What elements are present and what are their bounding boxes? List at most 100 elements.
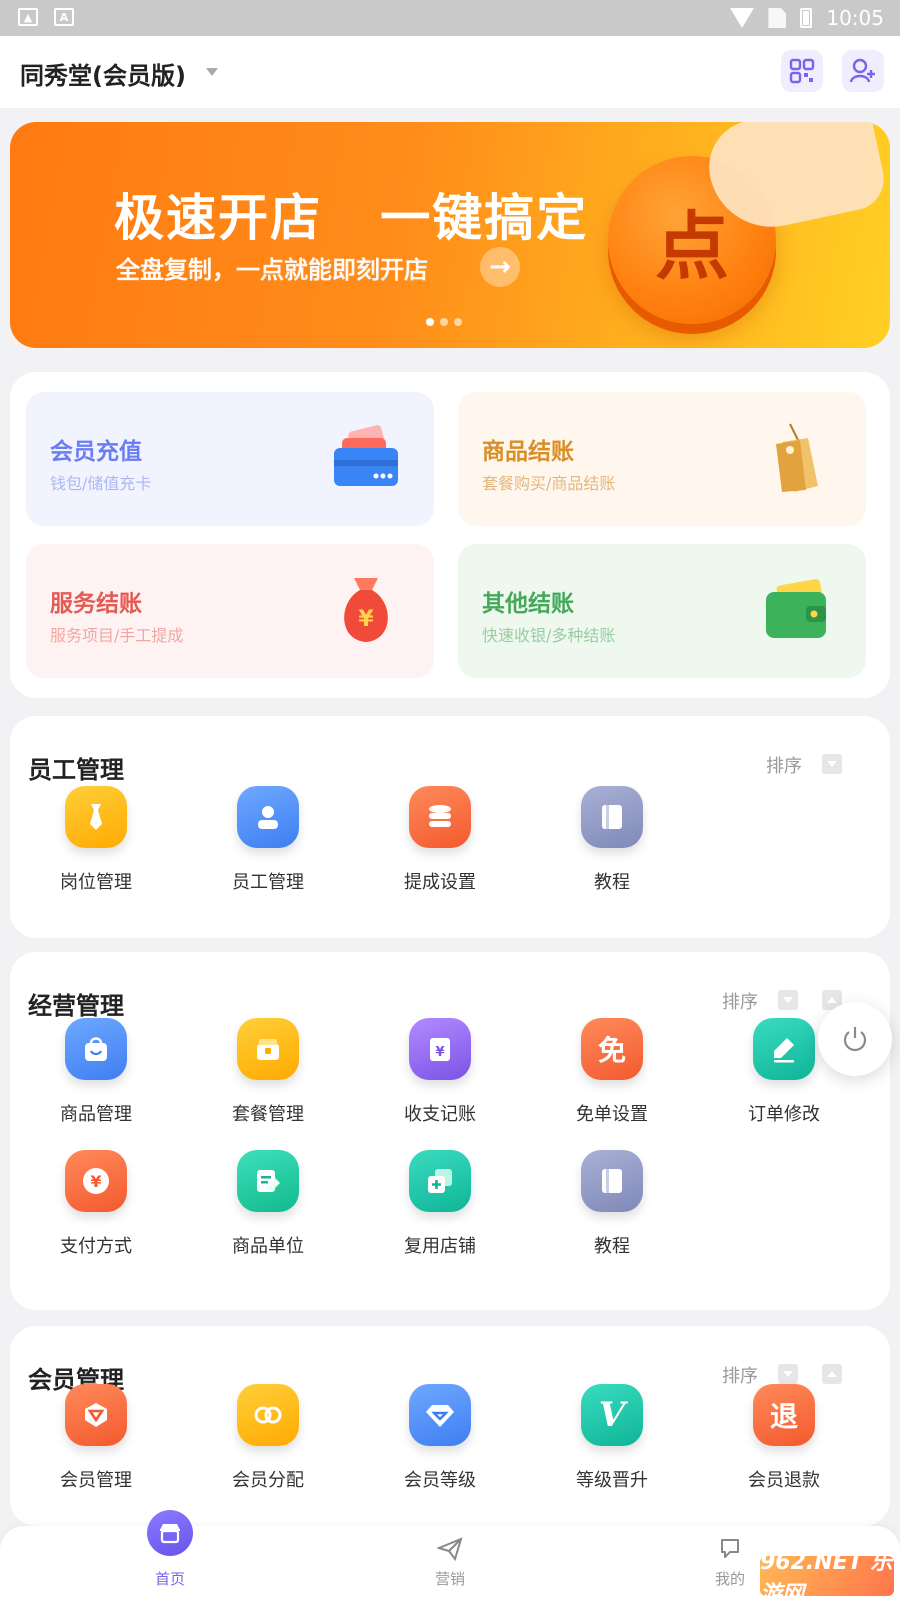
coins-stack-icon: [409, 786, 471, 848]
carousel-dot[interactable]: [454, 318, 462, 326]
grid-item-commission-settings[interactable]: 提成设置: [370, 786, 510, 894]
grid-item-member-refund[interactable]: 退 会员退款: [714, 1384, 854, 1492]
sort-button[interactable]: 排序: [766, 752, 802, 778]
grid-item-label: 会员管理: [60, 1470, 132, 1491]
collapse-down-icon[interactable]: [778, 990, 798, 1010]
member-badge-icon: [65, 1384, 127, 1446]
grid-item-package-management[interactable]: 套餐管理: [198, 1018, 338, 1126]
book-icon: [581, 786, 643, 848]
product-checkout-button[interactable]: 商品结账 套餐购买/商品结账: [458, 392, 866, 526]
collapse-up-icon[interactable]: [822, 1364, 842, 1384]
collapse-down-icon[interactable]: [778, 1364, 798, 1384]
svg-text:¥: ¥: [358, 607, 374, 632]
grid-item-income-expense[interactable]: ¥ 收支记账: [370, 1018, 510, 1126]
status-bar: ▲ A 10:05: [0, 0, 900, 36]
qa-title: 商品结账: [482, 439, 574, 465]
power-float-button[interactable]: [818, 1002, 892, 1076]
grid-item-label: 等级晋升: [576, 1470, 648, 1491]
svg-text:¥: ¥: [90, 1172, 101, 1191]
grid-item-tutorial[interactable]: 教程: [542, 1150, 682, 1258]
note-edit-icon: [237, 1150, 299, 1212]
yuan-coin-icon: ¥: [65, 1150, 127, 1212]
grid-item-post-management[interactable]: 岗位管理: [26, 786, 166, 894]
money-bag-icon: ¥: [344, 578, 388, 642]
add-user-icon: [849, 58, 875, 83]
status-time: 10:05: [826, 6, 884, 30]
store-dropdown-icon[interactable]: [206, 68, 218, 76]
no-sim-icon: [768, 8, 787, 28]
collapse-down-icon[interactable]: [822, 754, 842, 774]
shopping-bag-icon: [65, 1018, 127, 1080]
grid-item-label: 套餐管理: [232, 1104, 304, 1125]
grid-item-tutorial[interactable]: 教程: [542, 786, 682, 894]
grid-item-label: 会员分配: [232, 1470, 304, 1491]
font-notification-icon: A: [54, 8, 74, 26]
price-tag-icon: [776, 423, 818, 492]
grid-item-payment-method[interactable]: ¥ 支付方式: [26, 1150, 166, 1258]
carousel-dot[interactable]: [426, 318, 434, 326]
grid-item-label: 会员等级: [404, 1470, 476, 1491]
grid-item-reuse-store[interactable]: 复用店铺: [370, 1150, 510, 1258]
grid-item-label: 商品管理: [60, 1104, 132, 1125]
book-icon: [581, 1150, 643, 1212]
link-rings-icon: [237, 1384, 299, 1446]
grid-item-label: 复用店铺: [404, 1236, 476, 1257]
banner-subtitle: 全盘复制，一点就能即刻开店: [116, 256, 428, 284]
grid-item-member-allocation[interactable]: 会员分配: [198, 1384, 338, 1492]
promo-banner[interactable]: 极速开店 一键搞定 全盘复制，一点就能即刻开店 → 点: [10, 122, 890, 348]
site-watermark: 962.NET 乐游网: [760, 1550, 894, 1600]
user-speech-icon: [721, 1539, 739, 1558]
home-store-icon: [147, 1510, 193, 1556]
other-checkout-button[interactable]: 其他结账 快速收银/多种结账: [458, 544, 866, 678]
refund-icon: 退: [753, 1384, 815, 1446]
grid-item-product-unit[interactable]: 商品单位: [198, 1150, 338, 1258]
person-icon: [237, 786, 299, 848]
refund-glyph: 退: [769, 1400, 798, 1433]
grid-item-label: 支付方式: [60, 1236, 132, 1257]
grid-item-level-upgrade[interactable]: V 等级晋升: [542, 1384, 682, 1492]
store-name[interactable]: 同秀堂(会员版): [20, 56, 186, 91]
diamond-icon: [409, 1384, 471, 1446]
top-header: 同秀堂(会员版): [0, 36, 900, 108]
staff-management-section: 员工管理 排序 岗位管理 员工管理 提成设置 教程: [10, 716, 890, 938]
green-wallet-icon: [766, 579, 826, 638]
vip-v-glyph: V: [598, 1395, 626, 1435]
sort-button[interactable]: 排序: [722, 988, 758, 1014]
battery-icon: [800, 8, 813, 28]
copy-plus-icon: [409, 1150, 471, 1212]
grid-item-staff-management[interactable]: 员工管理: [198, 786, 338, 894]
svg-text:¥: ¥: [435, 1045, 444, 1060]
tie-icon: [65, 786, 127, 848]
service-checkout-button[interactable]: 服务结账 服务项目/手工提成 ¥: [26, 544, 434, 678]
section-title: 经营管理: [28, 992, 124, 1020]
carousel-dot[interactable]: [440, 318, 448, 326]
grid-item-label: 免单设置: [576, 1104, 648, 1125]
grid-item-free-order[interactable]: 免 免单设置: [542, 1018, 682, 1126]
qa-subtitle: 快速收银/多种结账: [482, 626, 616, 645]
grid-item-label: 教程: [594, 872, 630, 893]
qa-title: 服务结账: [50, 591, 142, 617]
grid-item-label: 岗位管理: [60, 872, 132, 893]
carousel-indicator: [426, 318, 462, 326]
gift-box-icon: [237, 1018, 299, 1080]
grid-item-member-management[interactable]: 会员管理: [26, 1384, 166, 1492]
grid-item-label: 订单修改: [748, 1104, 820, 1125]
add-user-button[interactable]: [842, 50, 884, 92]
arrow-right-icon[interactable]: →: [480, 247, 520, 287]
nav-label: 首页: [154, 1570, 185, 1588]
paper-plane-icon: [437, 1537, 463, 1562]
grid-item-label: 教程: [594, 1236, 630, 1257]
qa-subtitle: 服务项目/手工提成: [50, 626, 184, 645]
edit-pen-icon: [753, 1018, 815, 1080]
power-icon: [843, 1027, 867, 1052]
grid-item-member-level[interactable]: 会员等级: [370, 1384, 510, 1492]
member-management-section: 会员管理 排序 会员管理 会员分配 会员等级 V 等级晋升 退 会员退款: [10, 1326, 890, 1526]
banner-title: 极速开店 一键搞定: [114, 189, 589, 247]
grid-item-label: 商品单位: [232, 1236, 304, 1257]
member-recharge-button[interactable]: 会员充值 钱包/储值充卡: [26, 392, 434, 526]
wifi-icon: [730, 8, 755, 28]
qr-code-button[interactable]: [781, 50, 823, 92]
free-icon: 免: [581, 1018, 643, 1080]
image-notification-icon: ▲: [18, 8, 38, 26]
grid-item-product-management[interactable]: 商品管理: [26, 1018, 166, 1126]
